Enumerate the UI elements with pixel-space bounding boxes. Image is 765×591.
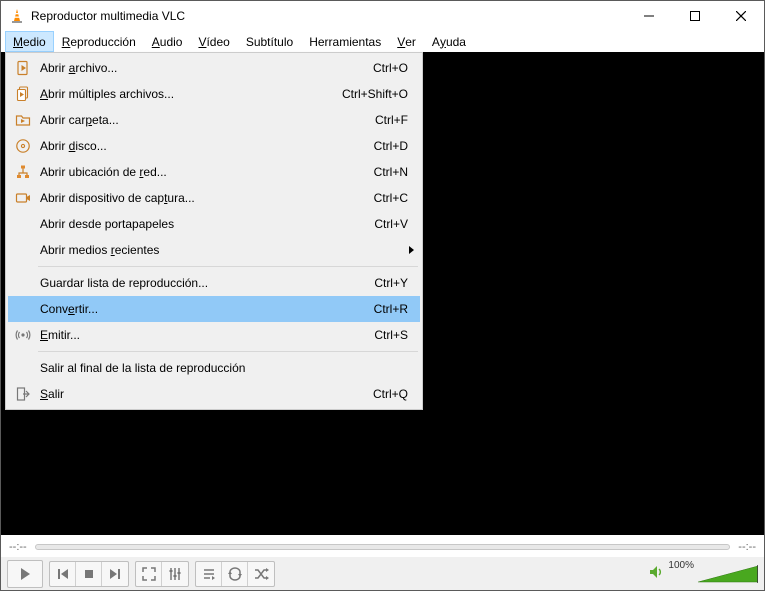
menu-item-emitir[interactable]: Emitir...Ctrl+S bbox=[8, 322, 420, 348]
menu-item-label: Guardar lista de reproducción... bbox=[34, 276, 374, 290]
menu-item-abrir-disco[interactable]: Abrir disco...Ctrl+D bbox=[8, 133, 420, 159]
menu-medio[interactable]: Medio bbox=[5, 31, 54, 52]
network-icon bbox=[12, 164, 34, 180]
extended-settings-button[interactable] bbox=[162, 562, 188, 586]
menu-item-label: Salir bbox=[34, 387, 373, 401]
menu-item-label: Abrir desde portapapeles bbox=[34, 217, 374, 231]
stop-button[interactable] bbox=[76, 562, 102, 586]
menu-item-abrir-desde-portapapeles[interactable]: Abrir desde portapapelesCtrl+V bbox=[8, 211, 420, 237]
menu-separator bbox=[38, 266, 418, 267]
previous-button[interactable] bbox=[50, 562, 76, 586]
window-title: Reproductor multimedia VLC bbox=[31, 9, 185, 23]
menu-item-label: Abrir dispositivo de captura... bbox=[34, 191, 374, 205]
play-button[interactable] bbox=[8, 561, 42, 587]
menu-item-abrir-carpeta[interactable]: Abrir carpeta...Ctrl+F bbox=[8, 107, 420, 133]
menu-herramientas[interactable]: Herramientas bbox=[301, 31, 389, 52]
maximize-button[interactable] bbox=[672, 1, 718, 31]
file-play-icon bbox=[12, 60, 34, 76]
files-icon bbox=[12, 86, 34, 102]
menu-subtítulo[interactable]: Subtítulo bbox=[238, 31, 301, 52]
minimize-button[interactable] bbox=[626, 1, 672, 31]
menu-item-label: Abrir medios recientes bbox=[34, 243, 405, 257]
menu-item-shortcut: Ctrl+V bbox=[374, 217, 414, 231]
menu-item-label: Abrir ubicación de red... bbox=[34, 165, 374, 179]
menu-item-shortcut: Ctrl+S bbox=[374, 328, 414, 342]
next-button[interactable] bbox=[102, 562, 128, 586]
menu-reproducción[interactable]: Reproducción bbox=[54, 31, 144, 52]
controls-toolbar: 100% bbox=[1, 557, 764, 590]
menu-item-label: Convertir... bbox=[34, 302, 374, 316]
submenu-arrow-icon bbox=[409, 246, 414, 254]
menu-item-shortcut: Ctrl+D bbox=[374, 139, 414, 153]
random-button[interactable] bbox=[248, 562, 274, 586]
menubar: MedioReproducciónAudioVídeoSubtítuloHerr… bbox=[1, 31, 764, 52]
vlc-cone-icon bbox=[9, 8, 25, 24]
menu-item-shortcut: Ctrl+Q bbox=[373, 387, 414, 401]
menu-item-abrir-múltiples-archivos[interactable]: Abrir múltiples archivos...Ctrl+Shift+O bbox=[8, 81, 420, 107]
menu-item-abrir-archivo[interactable]: Abrir archivo...Ctrl+O bbox=[8, 55, 420, 81]
menu-ver[interactable]: Ver bbox=[389, 31, 424, 52]
menu-item-shortcut: Ctrl+O bbox=[373, 61, 414, 75]
seek-row: --:-- --:-- bbox=[1, 537, 764, 557]
volume-slider[interactable] bbox=[698, 564, 758, 584]
menu-item-label: Salir al final de la lista de reproducci… bbox=[34, 361, 414, 375]
menu-item-shortcut: Ctrl+C bbox=[374, 191, 414, 205]
playlist-button[interactable] bbox=[196, 562, 222, 586]
menu-item-shortcut: Ctrl+N bbox=[374, 165, 414, 179]
menu-item-salir-al-final-de-la-lista-de-reproducción[interactable]: Salir al final de la lista de reproducci… bbox=[8, 355, 420, 381]
folder-icon bbox=[12, 112, 34, 128]
disc-icon bbox=[12, 138, 34, 154]
menu-item-label: Abrir archivo... bbox=[34, 61, 373, 75]
menu-vídeo[interactable]: Vídeo bbox=[190, 31, 237, 52]
menu-item-guardar-lista-de-reproducción[interactable]: Guardar lista de reproducción...Ctrl+Y bbox=[8, 270, 420, 296]
time-elapsed: --:-- bbox=[9, 541, 27, 553]
menu-item-label: Abrir múltiples archivos... bbox=[34, 87, 342, 101]
menu-separator bbox=[38, 351, 418, 352]
menu-item-label: Abrir carpeta... bbox=[34, 113, 375, 127]
time-total: --:-- bbox=[738, 541, 756, 553]
menu-item-shortcut: Ctrl+Y bbox=[374, 276, 414, 290]
menu-item-shortcut: Ctrl+R bbox=[374, 302, 414, 316]
volume-percent: 100% bbox=[668, 560, 694, 571]
exit-icon bbox=[12, 386, 34, 402]
stream-icon bbox=[12, 327, 34, 343]
menu-item-shortcut: Ctrl+F bbox=[375, 113, 414, 127]
menu-item-abrir-dispositivo-de-captura[interactable]: Abrir dispositivo de captura...Ctrl+C bbox=[8, 185, 420, 211]
fullscreen-button[interactable] bbox=[136, 562, 162, 586]
menu-item-convertir[interactable]: Convertir...Ctrl+R bbox=[8, 296, 420, 322]
menu-ayuda[interactable]: Ayuda bbox=[424, 31, 474, 52]
menu-item-abrir-medios-recientes[interactable]: Abrir medios recientes bbox=[8, 237, 420, 263]
menu-item-label: Abrir disco... bbox=[34, 139, 374, 153]
loop-button[interactable] bbox=[222, 562, 248, 586]
close-button[interactable] bbox=[718, 1, 764, 31]
menu-item-label: Emitir... bbox=[34, 328, 374, 342]
titlebar: Reproductor multimedia VLC bbox=[1, 1, 764, 31]
media-menu-dropdown: Abrir archivo...Ctrl+OAbrir múltiples ar… bbox=[5, 52, 423, 410]
speaker-icon[interactable] bbox=[648, 564, 664, 583]
menu-audio[interactable]: Audio bbox=[144, 31, 191, 52]
menu-item-shortcut: Ctrl+Shift+O bbox=[342, 87, 414, 101]
menu-item-salir[interactable]: SalirCtrl+Q bbox=[8, 381, 420, 407]
menu-item-abrir-ubicación-de-red[interactable]: Abrir ubicación de red...Ctrl+N bbox=[8, 159, 420, 185]
seek-slider[interactable] bbox=[35, 544, 731, 550]
capture-icon bbox=[12, 190, 34, 206]
